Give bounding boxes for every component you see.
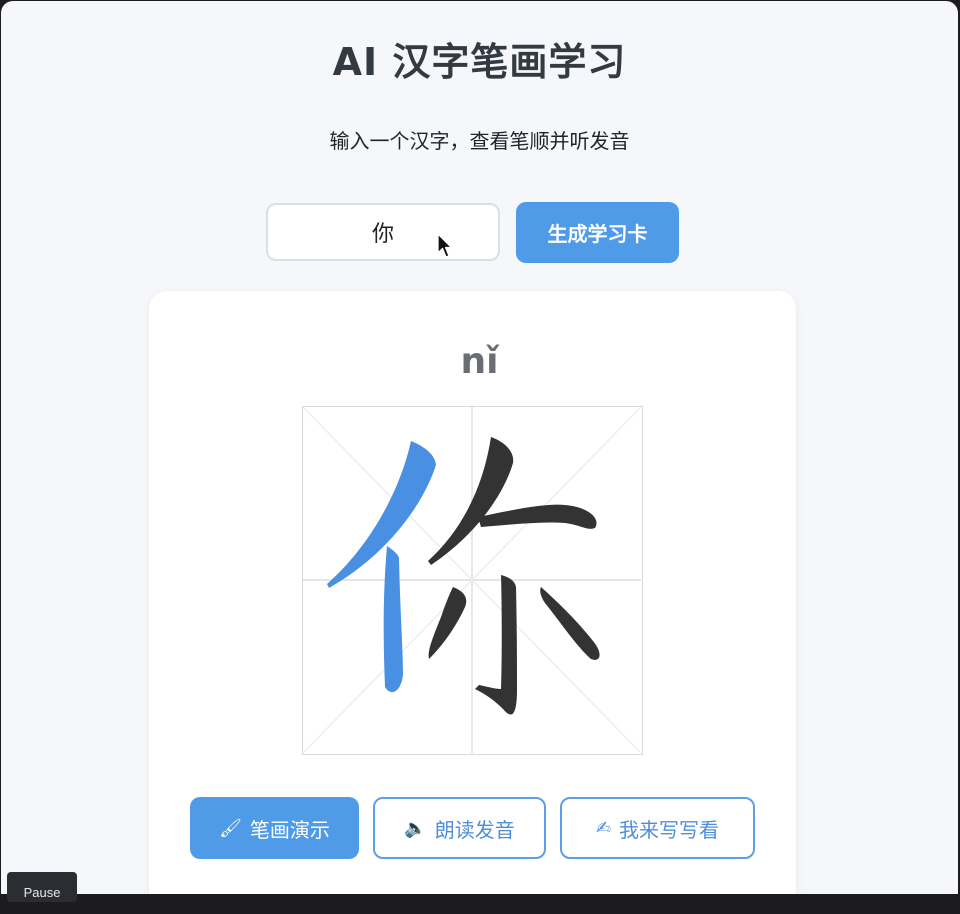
pause-tooltip: Pause [7,872,77,902]
character-grid [302,406,643,755]
brush-icon: 🖌 [219,817,242,839]
speak-label: 朗读发音 [434,817,515,842]
page-subtitle: 输入一个汉字，查看笔顺并听发音 [329,129,630,153]
stroke-2-shu [383,546,403,693]
speaker-icon: 🔈 [404,817,427,839]
speak-button[interactable]: 🔈 朗读发音 [373,797,546,859]
stroke-3-pie [428,437,514,565]
mouse-cursor-icon [437,233,453,258]
stroke-7-dian [540,587,600,660]
stroke-order-canvas [303,407,641,753]
generate-card-button[interactable]: 生成学习卡 [516,202,679,263]
stroke-demo-label: 笔画演示 [249,817,330,842]
page-title: AI 汉字笔画学习 [332,40,627,84]
character-input[interactable] [266,203,500,261]
stroke-6-dian [428,587,467,659]
pinyin-label: nǐ [460,341,499,382]
practice-writing-label: 我来写写看 [619,817,720,842]
app-window: AI 汉字笔画学习 输入一个汉字，查看笔顺并听发音 生成学习卡 nǐ [1,1,958,894]
stroke-5-shugou [475,575,517,715]
stroke-4-hengpie [478,504,597,529]
stroke-1-pie [327,441,436,588]
stroke-demo-button[interactable]: 🖌 笔画演示 [190,797,359,859]
writing-hand-icon: ✍ [595,817,612,839]
practice-writing-button[interactable]: ✍ 我来写写看 [560,797,755,859]
